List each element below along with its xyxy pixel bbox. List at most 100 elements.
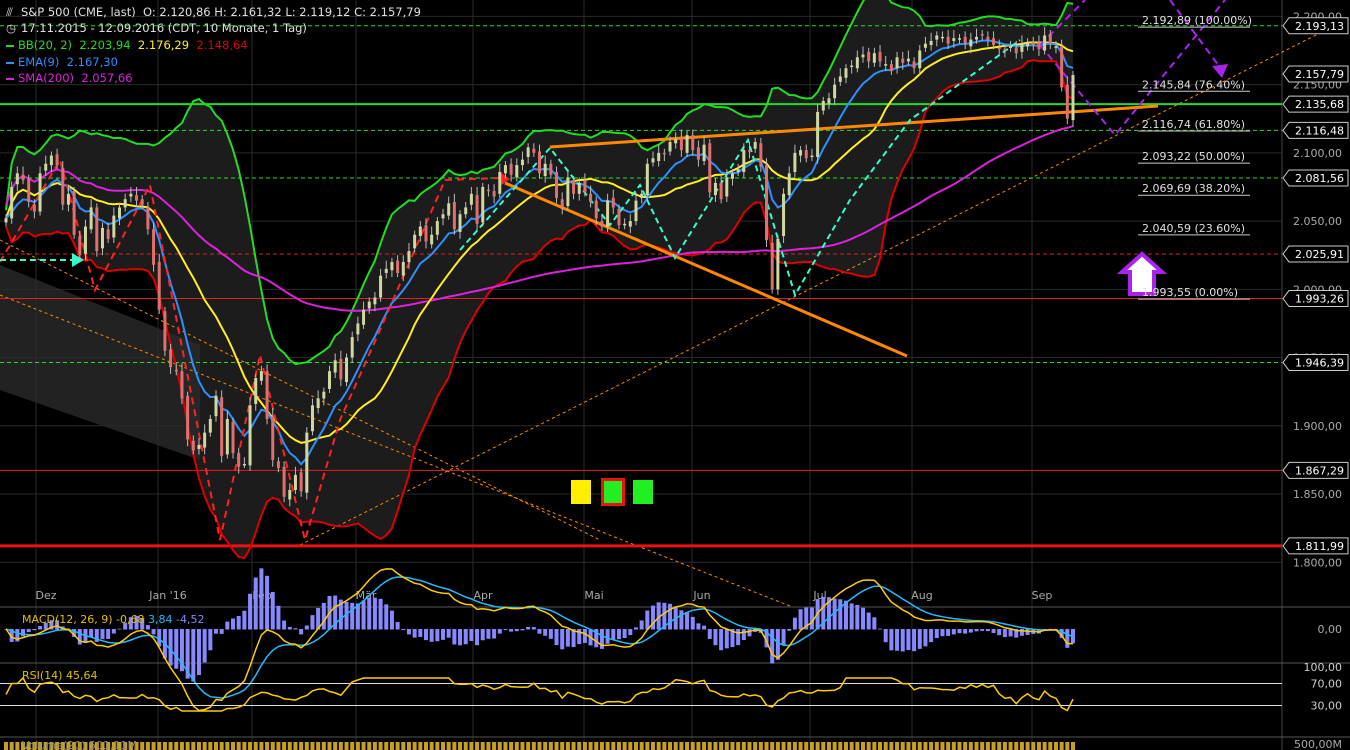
volume-bar-36 — [208, 742, 213, 750]
volume-bar-72 — [412, 742, 417, 750]
macd-hist-156 — [889, 629, 894, 651]
volume-bar-138 — [787, 742, 792, 750]
volume-bar-71 — [406, 742, 411, 750]
candle-body-34 — [197, 444, 201, 449]
candle-body-6 — [38, 173, 42, 212]
volume-bar-86 — [492, 742, 497, 750]
volume-bar-126 — [719, 742, 724, 750]
macd-hist-93 — [531, 627, 536, 630]
macd-hist-120 — [685, 611, 690, 630]
candle-body-40 — [231, 421, 235, 454]
volume-bar-31 — [179, 742, 184, 750]
macd-hist-82 — [469, 629, 474, 641]
candle-body-179 — [1020, 43, 1024, 52]
volume-bar-27 — [157, 742, 162, 750]
candle-body-66 — [379, 275, 383, 298]
candle-body-0 — [4, 218, 8, 223]
candle-body-81 — [464, 207, 468, 215]
volume-bar-105 — [599, 742, 604, 750]
macd-hist-72 — [412, 629, 417, 638]
candle-body-13 — [78, 236, 82, 256]
macd-v2: 3,84 — [148, 613, 176, 626]
macd-hist-75 — [429, 629, 434, 642]
candle-body-186 — [1060, 46, 1064, 88]
volume-bar-42 — [242, 742, 247, 750]
volume-bar-33 — [191, 742, 196, 750]
candle-body-127 — [725, 177, 729, 197]
rsi-label: RSI(14) 45,64 — [22, 669, 97, 682]
candle-body-140 — [799, 150, 803, 156]
volume-bar-37 — [213, 742, 218, 750]
volume-bar-134 — [764, 742, 769, 750]
volume-bar-144 — [821, 742, 826, 750]
sma-label: SMA(200) — [18, 71, 75, 85]
macd-hist-164 — [934, 629, 939, 639]
candle-body-187 — [1065, 84, 1069, 119]
volume-bar-128 — [730, 742, 735, 750]
candle-body-133 — [759, 143, 763, 167]
macd-hist-106 — [605, 629, 610, 644]
macd-hist-87 — [497, 629, 502, 634]
macd-hist-177 — [1008, 629, 1013, 637]
candle-body-31 — [180, 371, 184, 399]
volume-bar-170 — [968, 742, 973, 750]
volume-bar-61 — [350, 742, 355, 750]
macd-hist-173 — [985, 629, 990, 632]
candle-body-18 — [106, 229, 110, 239]
candle-body-3 — [21, 174, 25, 181]
volume-bar-76 — [435, 742, 440, 750]
volume-bar-179 — [1019, 742, 1024, 750]
macd-hist-148 — [843, 600, 848, 630]
volume-bar-147 — [838, 742, 843, 750]
candle-body-122 — [696, 147, 700, 160]
price-box-label-0: 2.193,13 — [1295, 20, 1344, 33]
candle-body-17 — [100, 227, 104, 249]
signal-green-red-square — [601, 478, 625, 506]
candle-body-138 — [787, 173, 791, 196]
macd-hist-155 — [883, 629, 888, 643]
volume-bar-145 — [826, 742, 831, 750]
macd-hist-66 — [378, 598, 383, 630]
volume-bar-157 — [895, 742, 900, 750]
candle-body-146 — [833, 84, 837, 99]
macd-hist-107 — [611, 629, 616, 640]
candle-body-73 — [418, 226, 422, 237]
macd-hist-86 — [492, 629, 497, 639]
candle-body-119 — [679, 137, 683, 151]
macd-hist-136 — [775, 629, 780, 660]
candle-body-184 — [1048, 34, 1052, 44]
volume-bar-73 — [418, 742, 423, 750]
macd-hist-45 — [259, 568, 264, 630]
volume-bar-51 — [293, 742, 298, 750]
volume-bar-47 — [270, 742, 275, 750]
volume-bar-101 — [577, 742, 582, 750]
volume-bar-131 — [747, 742, 752, 750]
volume-bar-175 — [997, 742, 1002, 750]
candle-body-43 — [248, 405, 252, 466]
macd-label: MACD(12, 26, 9) -0,68 3,84 -4,52 — [22, 613, 204, 626]
macd-hist-125 — [713, 629, 718, 646]
volume-bar-104 — [594, 742, 599, 750]
macd-hist-112 — [639, 620, 644, 630]
price-box-label-6: 1.993,26 — [1295, 293, 1344, 306]
candle-body-111 — [634, 200, 638, 222]
macd-hist-119 — [679, 610, 684, 630]
volume-bar-183 — [1042, 742, 1047, 750]
volume-bar-97 — [554, 742, 559, 750]
macd-hist-122 — [696, 623, 701, 630]
candle-body-41 — [237, 453, 241, 467]
volume-bar-56 — [321, 742, 326, 750]
candle-body-59 — [339, 358, 343, 380]
candle-body-118 — [674, 139, 678, 144]
volume-bar-148 — [843, 742, 848, 750]
candle-body-120 — [685, 135, 689, 153]
macd-hist-171 — [974, 629, 979, 632]
macd-hist-90 — [514, 629, 519, 632]
volume-bar-120 — [685, 742, 690, 750]
volume-bar-106 — [605, 742, 610, 750]
volume-bar-184 — [1048, 742, 1053, 750]
candle-body-45 — [259, 371, 263, 381]
candle-body-152 — [867, 51, 871, 62]
fib-label-0: 2.192,89 (100.00%) — [1142, 14, 1252, 27]
candle-body-87 — [498, 171, 502, 194]
